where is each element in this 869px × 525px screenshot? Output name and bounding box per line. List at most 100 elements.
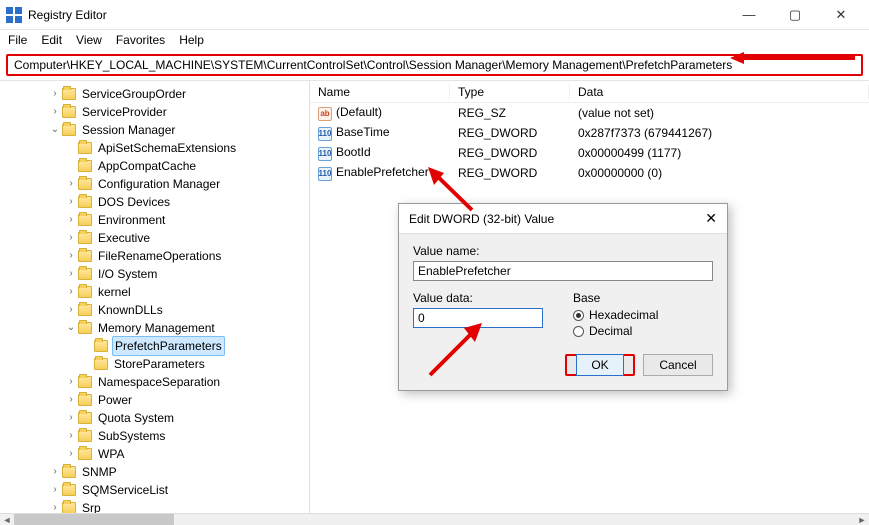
tree-item[interactable]: › Srp bbox=[0, 499, 309, 513]
chevron-right-icon[interactable]: › bbox=[64, 409, 78, 427]
folder-icon bbox=[78, 394, 92, 406]
chevron-right-icon[interactable]: › bbox=[64, 211, 78, 229]
scroll-left-icon[interactable]: ◄ bbox=[0, 514, 14, 525]
chevron-right-icon[interactable]: › bbox=[64, 283, 78, 301]
tree-item[interactable]: ›FileRenameOperations bbox=[0, 247, 309, 265]
tree-item-label: DOS Devices bbox=[96, 193, 172, 211]
tree-pane[interactable]: › ServiceGroupOrder›ServiceProvider⌄Sessi… bbox=[0, 81, 310, 513]
menu-help[interactable]: Help bbox=[179, 33, 204, 47]
value-name: BootId bbox=[336, 145, 371, 159]
dialog-close-icon[interactable]: ✕ bbox=[705, 210, 717, 227]
folder-icon bbox=[78, 196, 92, 208]
menu-view[interactable]: View bbox=[76, 33, 102, 47]
string-value-icon: ab bbox=[318, 107, 332, 121]
value-list[interactable]: ab(Default)REG_SZ(value not set)110BaseT… bbox=[310, 103, 869, 183]
chevron-right-icon[interactable]: › bbox=[64, 193, 78, 211]
menu-file[interactable]: File bbox=[8, 33, 27, 47]
folder-icon bbox=[78, 286, 92, 298]
tree-item[interactable]: StoreParameters bbox=[0, 355, 309, 373]
menu-favorites[interactable]: Favorites bbox=[116, 33, 165, 47]
col-type[interactable]: Type bbox=[450, 85, 570, 99]
tree-item-label: ServiceGroupOrder bbox=[80, 85, 188, 103]
value-data: 0x00000000 (0) bbox=[570, 166, 869, 180]
close-button[interactable]: ✕ bbox=[827, 7, 855, 23]
chevron-right-icon[interactable]: › bbox=[64, 175, 78, 193]
registry-tree[interactable]: › ServiceGroupOrder›ServiceProvider⌄Sessi… bbox=[0, 85, 309, 513]
tree-item[interactable]: ⌄Memory Management bbox=[0, 319, 309, 337]
tree-item-label: Quota System bbox=[96, 409, 176, 427]
folder-icon bbox=[62, 88, 76, 100]
radio-hex[interactable]: Hexadecimal bbox=[573, 308, 713, 322]
chevron-right-icon[interactable]: › bbox=[64, 265, 78, 283]
chevron-down-icon[interactable]: ⌄ bbox=[64, 319, 78, 337]
value-name: EnablePrefetcher bbox=[336, 165, 429, 179]
ok-button[interactable]: OK bbox=[576, 354, 623, 376]
tree-item[interactable]: PrefetchParameters bbox=[0, 337, 309, 355]
chevron-right-icon[interactable]: › bbox=[64, 301, 78, 319]
chevron-right-icon[interactable]: › bbox=[64, 427, 78, 445]
folder-icon bbox=[78, 448, 92, 460]
chevron-right-icon[interactable]: › bbox=[48, 481, 62, 499]
tree-item[interactable]: › Quota System bbox=[0, 409, 309, 427]
folder-icon bbox=[62, 484, 76, 496]
col-name[interactable]: Name bbox=[310, 85, 450, 99]
dialog-titlebar[interactable]: Edit DWORD (32-bit) Value ✕ bbox=[399, 204, 727, 234]
tree-item-label: SNMP bbox=[80, 463, 119, 481]
list-header: Name Type Data bbox=[310, 81, 869, 103]
tree-item[interactable]: ›Power bbox=[0, 391, 309, 409]
tree-item[interactable]: › kernel bbox=[0, 283, 309, 301]
tree-item[interactable]: ›SubSystems bbox=[0, 427, 309, 445]
tree-item[interactable]: ›KnownDLLs bbox=[0, 301, 309, 319]
valuename-input[interactable] bbox=[413, 261, 713, 281]
chevron-right-icon[interactable]: › bbox=[48, 463, 62, 481]
addressbar[interactable]: Computer\HKEY_LOCAL_MACHINE\SYSTEM\Curre… bbox=[6, 54, 863, 76]
scrollbar-horizontal[interactable]: ◄ ► bbox=[0, 513, 869, 525]
tree-item[interactable]: ›Executive bbox=[0, 229, 309, 247]
tree-item[interactable]: ›Environment bbox=[0, 211, 309, 229]
menu-edit[interactable]: Edit bbox=[41, 33, 62, 47]
col-data[interactable]: Data bbox=[570, 85, 869, 99]
maximize-button[interactable]: ▢ bbox=[781, 7, 809, 23]
cancel-button[interactable]: Cancel bbox=[643, 354, 713, 376]
list-row[interactable]: 110EnablePrefetcherREG_DWORD0x00000000 (… bbox=[310, 163, 869, 183]
value-data: (value not set) bbox=[570, 106, 869, 120]
tree-item[interactable]: ›SQMServiceList bbox=[0, 481, 309, 499]
scroll-right-icon[interactable]: ► bbox=[855, 514, 869, 525]
minimize-button[interactable]: — bbox=[735, 7, 763, 23]
tree-item[interactable]: ›NamespaceSeparation bbox=[0, 373, 309, 391]
chevron-right-icon[interactable]: › bbox=[64, 391, 78, 409]
tree-item[interactable]: ⌄Session Manager bbox=[0, 121, 309, 139]
scroll-thumb[interactable] bbox=[14, 514, 174, 525]
tree-item[interactable]: ›Configuration Manager bbox=[0, 175, 309, 193]
radio-dec[interactable]: Decimal bbox=[573, 324, 713, 338]
chevron-right-icon[interactable]: › bbox=[64, 229, 78, 247]
base-label: Base bbox=[573, 291, 713, 305]
list-row[interactable]: 110BootIdREG_DWORD0x00000499 (1177) bbox=[310, 143, 869, 163]
folder-icon bbox=[62, 124, 76, 136]
tree-item[interactable]: › DOS Devices bbox=[0, 193, 309, 211]
tree-item[interactable]: AppCompatCache bbox=[0, 157, 309, 175]
tree-item-label: Srp bbox=[80, 499, 103, 513]
tree-item-label: WPA bbox=[96, 445, 126, 463]
chevron-right-icon[interactable]: › bbox=[48, 103, 62, 121]
tree-item[interactable]: › SNMP bbox=[0, 463, 309, 481]
tree-item[interactable]: ApiSetSchemaExtensions bbox=[0, 139, 309, 157]
tree-item[interactable]: › ServiceGroupOrder bbox=[0, 85, 309, 103]
chevron-right-icon[interactable]: › bbox=[48, 85, 62, 103]
value-data: 0x00000499 (1177) bbox=[570, 146, 869, 160]
tree-item-label: kernel bbox=[96, 283, 133, 301]
tree-item[interactable]: › WPA bbox=[0, 445, 309, 463]
tree-item[interactable]: ›ServiceProvider bbox=[0, 103, 309, 121]
dialog-body: Value name: Value data: Base Hexadecimal… bbox=[399, 234, 727, 390]
chevron-right-icon[interactable]: › bbox=[48, 499, 62, 513]
list-row[interactable]: 110BaseTimeREG_DWORD0x287f7373 (67944126… bbox=[310, 123, 869, 143]
chevron-right-icon[interactable]: › bbox=[64, 445, 78, 463]
addressbar-container: Computer\HKEY_LOCAL_MACHINE\SYSTEM\Curre… bbox=[0, 50, 869, 80]
valuedata-input[interactable] bbox=[413, 308, 543, 328]
tree-item[interactable]: ›I/O System bbox=[0, 265, 309, 283]
tree-item-label: ApiSetSchemaExtensions bbox=[96, 139, 238, 157]
chevron-right-icon[interactable]: › bbox=[64, 373, 78, 391]
chevron-right-icon[interactable]: › bbox=[64, 247, 78, 265]
list-row[interactable]: ab(Default)REG_SZ(value not set) bbox=[310, 103, 869, 123]
chevron-down-icon[interactable]: ⌄ bbox=[48, 121, 62, 139]
